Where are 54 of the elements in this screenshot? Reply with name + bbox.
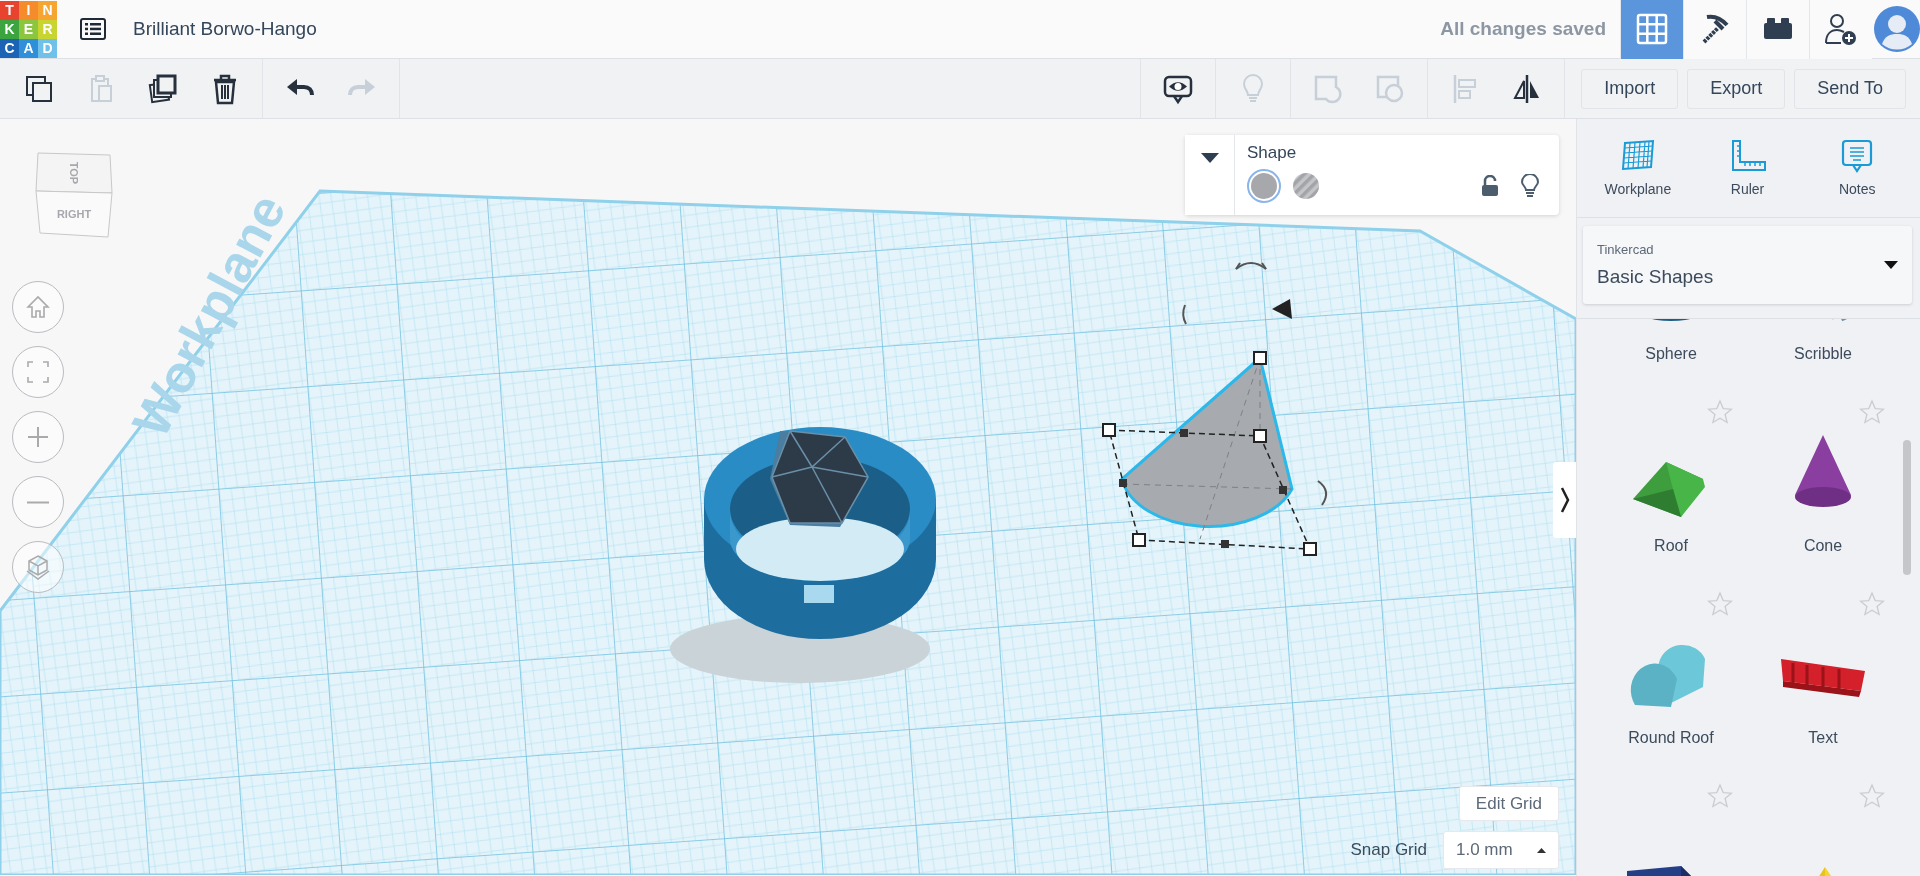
mode-button[interactable] [1746, 0, 1809, 59]
shape-label[interactable]: Cone [1803, 537, 1843, 555]
action-button[interactable]: Export [1687, 68, 1786, 109]
shape-label[interactable]: Scribble [1794, 345, 1852, 363]
favorite-star-icon[interactable] [1859, 591, 1885, 617]
logo-letter: T [0, 0, 19, 20]
grid-icon [1635, 12, 1669, 46]
home-icon [24, 293, 52, 321]
inspector-title: Shape [1247, 143, 1298, 163]
logo-letter: N [38, 0, 57, 20]
stacked-squares-icon[interactable] [147, 72, 179, 105]
home-button[interactable] [12, 281, 64, 333]
tool-label[interactable]: Ruler [1730, 181, 1765, 197]
cube-right-label: RIGHT [56, 208, 92, 220]
lock-open-icon[interactable] [1481, 175, 1499, 197]
favorite-star-icon[interactable] [1707, 399, 1733, 425]
design-title[interactable]: Brilliant Borwo-Hango [133, 18, 317, 40]
lightbulb-icon[interactable] [1521, 174, 1539, 198]
logo-letter: I [19, 0, 38, 20]
tool-label[interactable]: Notes [1838, 181, 1876, 197]
zoom-out-button[interactable] [12, 476, 64, 528]
list-icon[interactable] [80, 18, 106, 40]
snap-grid-dropdown[interactable]: 1.0 mm [1443, 831, 1559, 869]
favorite-star-icon[interactable] [1707, 783, 1733, 809]
cube-button[interactable] [12, 541, 64, 593]
shape-label[interactable]: Sphere [1645, 345, 1697, 363]
zoom-out-icon [27, 500, 49, 504]
caret-down-icon [1884, 261, 1898, 269]
action-button[interactable]: Send To [1794, 68, 1906, 109]
shape-label[interactable]: Round Roof [1628, 729, 1714, 747]
caret-down-icon[interactable] [1200, 153, 1219, 163]
cube-icon [24, 553, 52, 581]
shape-library-dropdown[interactable]: Tinkercad Basic Shapes [1583, 226, 1912, 304]
save-status: All changes saved [1440, 18, 1606, 40]
snap-grid-label: Snap Grid [1350, 840, 1427, 860]
action-button[interactable]: Import [1581, 68, 1679, 109]
chevron-right-icon[interactable] [1560, 487, 1570, 513]
tool-label[interactable]: Workplane [1604, 181, 1672, 197]
caret-up-icon [1537, 847, 1546, 853]
favorite-star-icon[interactable] [1707, 591, 1733, 617]
favorite-star-icon[interactable] [1859, 783, 1885, 809]
fit-view-icon [24, 358, 52, 386]
avatar-icon[interactable] [1874, 6, 1920, 52]
shape-label[interactable]: Text [1808, 729, 1838, 747]
zoom-in-button[interactable] [12, 411, 64, 463]
add-user-icon[interactable] [1824, 12, 1858, 46]
cube-top-label: TOP [68, 161, 80, 185]
shape-label[interactable]: Roof [1654, 537, 1688, 555]
mode-button[interactable] [1683, 0, 1746, 59]
favorite-star-icon[interactable] [1859, 399, 1885, 425]
solid-option[interactable] [1247, 169, 1281, 203]
scrollbar-thumb[interactable] [1903, 440, 1911, 575]
edit-grid-button[interactable]: Edit Grid [1458, 786, 1559, 821]
fit-view-button[interactable] [12, 346, 64, 398]
